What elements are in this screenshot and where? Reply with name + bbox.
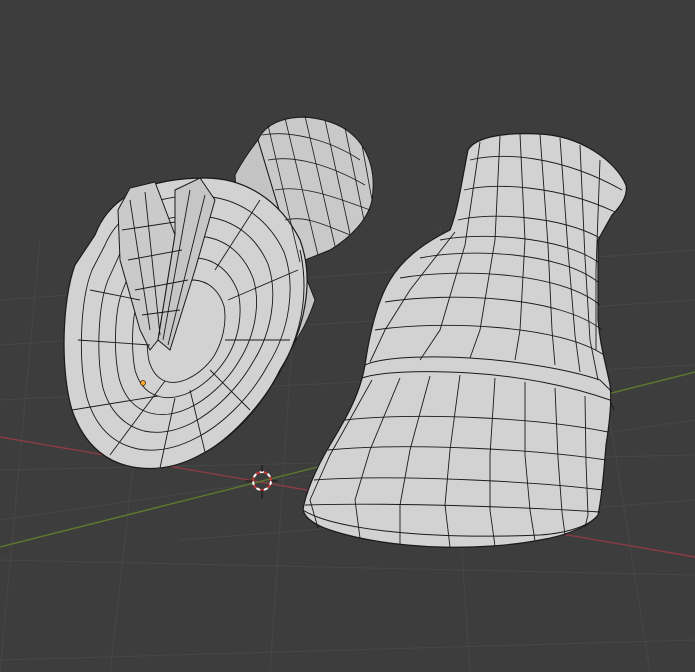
hoof-underside-mesh[interactable] xyxy=(63,115,374,470)
viewport-canvas[interactable] xyxy=(0,0,695,672)
3d-viewport[interactable] xyxy=(0,0,695,672)
object-origin-icon xyxy=(140,380,146,386)
